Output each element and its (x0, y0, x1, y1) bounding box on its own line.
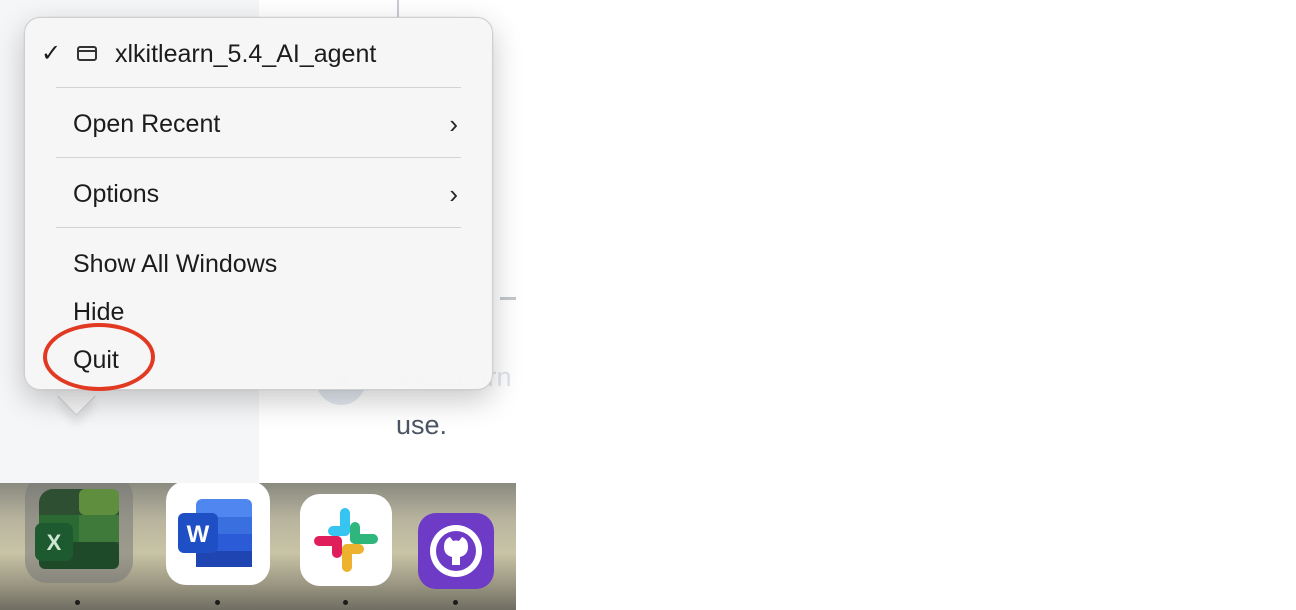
excel-icon: X (35, 489, 119, 569)
menu-item-open-recent[interactable]: Open Recent › (25, 104, 492, 144)
menu-separator (56, 227, 461, 228)
menu-item-open-recent-label: Open Recent (73, 110, 221, 138)
menu-item-window-label: xlkitlearn_5.4_AI_agent (115, 40, 377, 68)
menu-item-options[interactable]: Options › (25, 174, 492, 214)
menu-item-show-all-windows[interactable]: Show All Windows (25, 244, 492, 284)
github-icon (430, 525, 482, 577)
running-indicator (343, 600, 348, 605)
word-glyph: W (187, 521, 210, 548)
chevron-right-icon: › (449, 179, 458, 209)
divider-tick (397, 0, 399, 18)
menu-separator (56, 157, 461, 158)
menu-separator (56, 87, 461, 88)
window-icon (77, 46, 97, 61)
chevron-right-icon: › (449, 109, 458, 139)
dock-app-word[interactable]: W (166, 483, 270, 585)
divider-dash (500, 297, 516, 300)
word-icon: W (178, 499, 252, 567)
menu-item-window[interactable]: ✓ xlkitlearn_5.4_AI_agent (25, 34, 492, 74)
dock-app-excel[interactable]: X (25, 483, 133, 583)
running-indicator (215, 600, 220, 605)
running-indicator (453, 600, 458, 605)
excel-glyph: X (47, 530, 62, 555)
menu-item-options-label: Options (73, 180, 160, 208)
menu-item-hide[interactable]: Hide (25, 292, 492, 332)
menu-item-show-all-windows-label: Show All Windows (73, 250, 278, 278)
checkmark-icon: ✓ (41, 40, 62, 67)
running-indicator (75, 600, 80, 605)
dock-context-menu: ✓ xlkitlearn_5.4_AI_agent Open Recent › … (24, 17, 493, 390)
background-use-text: use. (396, 410, 448, 440)
dock: X W (0, 483, 516, 610)
dock-app-slack[interactable] (300, 494, 392, 586)
slack-icon (314, 508, 378, 572)
menu-item-hide-label: Hide (73, 298, 125, 326)
menu-item-quit-label: Quit (73, 346, 119, 374)
dock-app-github[interactable] (418, 513, 494, 589)
menu-item-quit[interactable]: Quit (25, 340, 492, 380)
